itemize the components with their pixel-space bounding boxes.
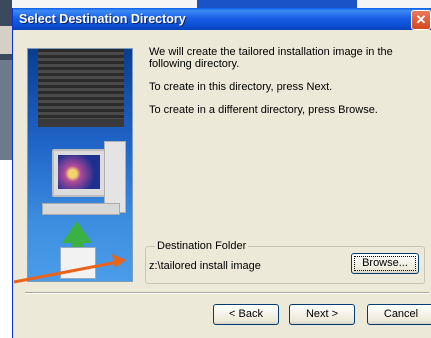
select-destination-dialog: Select Destination Directory ✕ We will c…: [12, 8, 431, 338]
message-line-3: To create in a different directory, pres…: [149, 104, 378, 116]
server-rack-base: [38, 119, 124, 127]
background-titlebar: [197, 0, 357, 8]
background-window-toolbar: [0, 26, 12, 54]
background-window-content: [0, 60, 12, 160]
package-box-icon: [60, 247, 96, 279]
dialog-title: Select Destination Directory: [19, 12, 186, 26]
message-line-1: We will create the tailored installation…: [149, 46, 393, 70]
cancel-button[interactable]: Cancel: [367, 304, 431, 325]
browse-button[interactable]: Browse...: [351, 253, 419, 274]
browse-focus-ring: [354, 256, 416, 271]
monitor-icon: [52, 149, 106, 197]
title-bar[interactable]: Select Destination Directory ✕: [13, 8, 431, 30]
installer-illustration: [27, 48, 133, 282]
next-button[interactable]: Next >: [289, 304, 355, 325]
close-icon[interactable]: ✕: [411, 10, 431, 30]
monitor-screen: [58, 155, 100, 189]
server-rack-icon: [38, 49, 124, 123]
message-line-2: To create in this directory, press Next.: [149, 81, 333, 93]
destination-folder-label: Destination Folder: [155, 240, 249, 252]
upload-arrow-icon: [62, 221, 92, 243]
button-separator: [25, 292, 429, 294]
keyboard-icon: [42, 203, 120, 215]
destination-path: z:\tailored install image: [149, 260, 261, 272]
back-button[interactable]: < Back: [213, 304, 279, 325]
